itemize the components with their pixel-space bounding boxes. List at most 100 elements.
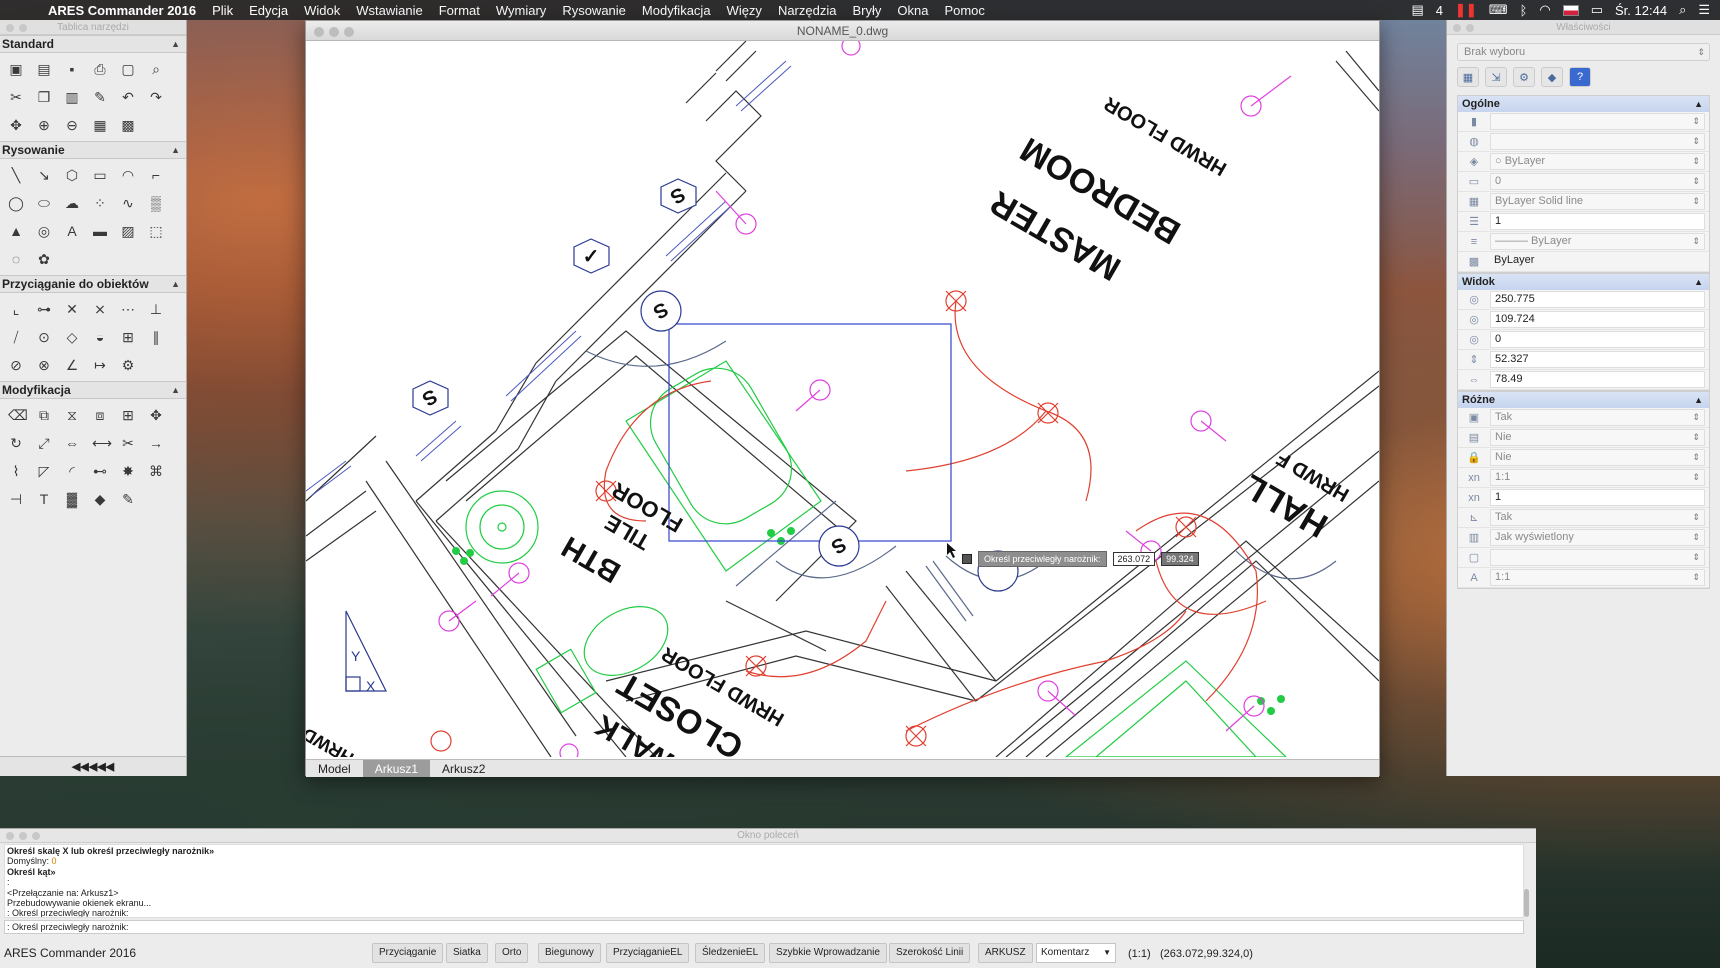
join-icon[interactable]: ⊷ xyxy=(86,457,114,485)
zoom-icon[interactable] xyxy=(32,832,40,840)
snap-angle-icon[interactable]: ∠ xyxy=(58,351,86,379)
print-icon[interactable]: ⎙ xyxy=(86,55,114,83)
redo-icon[interactable]: ↷ xyxy=(142,83,170,111)
menu-plik[interactable]: Plik xyxy=(212,3,233,18)
snap-none-icon[interactable]: ⊘ xyxy=(2,351,30,379)
property-value-field[interactable]: ByLayer Solid line ⇕ xyxy=(1490,193,1705,210)
menu-wiezy[interactable]: Więzy xyxy=(727,3,762,18)
text-icon[interactable]: A xyxy=(58,217,86,245)
region-icon[interactable]: ◎ xyxy=(30,217,58,245)
section-header[interactable]: Przyciąganie do obiektów ▲ xyxy=(0,275,186,293)
property-value-field[interactable]: 250.775 xyxy=(1490,291,1705,308)
properties-icon[interactable]: ▦ xyxy=(86,111,114,139)
revcloud-icon[interactable]: ✿ xyxy=(30,245,58,273)
snap-extension-icon[interactable]: ⋯ xyxy=(114,295,142,323)
esnap-toggle-button[interactable]: PrzyciąganieEL xyxy=(606,943,690,963)
close-icon[interactable] xyxy=(6,24,14,32)
new-icon[interactable]: ▣ xyxy=(2,55,30,83)
zoom-realtime-icon[interactable]: ⊖ xyxy=(58,111,86,139)
snap-parallel-icon[interactable]: ∥ xyxy=(142,323,170,351)
minimize-icon[interactable] xyxy=(19,832,27,840)
app-menu[interactable]: ARES Commander 2016 xyxy=(48,3,196,18)
spline-icon[interactable]: ∿ xyxy=(114,189,142,217)
minimize-icon[interactable] xyxy=(329,27,339,37)
property-value-field[interactable]: 78.49 xyxy=(1490,371,1705,388)
tab-model[interactable]: Model xyxy=(306,760,363,778)
command-input[interactable]: : Określ przeciwległy narożnik: xyxy=(4,920,1524,934)
menu-widok[interactable]: Widok xyxy=(304,3,340,18)
menu-bryly[interactable]: Bryły xyxy=(852,3,881,18)
grid-toggle-button[interactable]: Siatka xyxy=(446,943,488,963)
donut-icon[interactable]: ◌ xyxy=(2,245,30,273)
break-icon[interactable]: ⌇ xyxy=(2,457,30,485)
snap-node-icon[interactable]: ⊗ xyxy=(30,351,58,379)
mtext-icon[interactable]: ▬ xyxy=(86,217,114,245)
snap-center-icon[interactable]: ⊙ xyxy=(30,323,58,351)
wifi-icon[interactable]: ◠ xyxy=(1539,2,1550,18)
property-value-field[interactable]: 1 xyxy=(1490,489,1705,506)
palette-collapse-button[interactable]: ◀◀◀◀◀ xyxy=(0,756,186,776)
collapse-triangle-icon[interactable]: ▲ xyxy=(171,36,180,53)
pan-icon[interactable]: ✥ xyxy=(2,111,30,139)
menu-edycja[interactable]: Edycja xyxy=(249,3,288,18)
quick-input-toggle-button[interactable]: Szybkie Wprowadzanie xyxy=(769,943,887,963)
rectangle-icon[interactable]: ▭ xyxy=(86,161,114,189)
zoom-icon[interactable] xyxy=(344,27,354,37)
snap-from-icon[interactable]: ↦ xyxy=(86,351,114,379)
collapse-triangle-icon[interactable]: ▲ xyxy=(171,382,180,399)
polyline-icon[interactable]: ⌐ xyxy=(142,161,170,189)
filter-icon[interactable]: ◆ xyxy=(1541,67,1563,87)
property-value-field[interactable]: 0 ⇕ xyxy=(1490,173,1705,190)
property-value-field[interactable]: Nie ⇕ xyxy=(1490,449,1705,466)
etrack-toggle-button[interactable]: ŚledzenieEL xyxy=(695,943,766,963)
erase-icon[interactable]: ⌫ xyxy=(2,401,30,429)
snap-toggle-button[interactable]: Przyciąganie xyxy=(372,943,444,963)
edit-polyline-icon[interactable]: ⌘ xyxy=(142,457,170,485)
snap-tangent-icon[interactable]: ◒ xyxy=(86,323,114,351)
block-icon[interactable]: ▲ xyxy=(2,217,30,245)
snap-intersection-icon[interactable]: ✕ xyxy=(58,295,86,323)
snap-nearest-icon[interactable]: ⧸ xyxy=(2,323,30,351)
points-icon[interactable]: ⁘ xyxy=(86,189,114,217)
minimize-icon[interactable] xyxy=(19,24,27,32)
stretch-icon[interactable]: ⇔ xyxy=(58,429,86,457)
property-value-field[interactable]: 109.724 xyxy=(1490,311,1705,328)
property-value-field[interactable]: Tak ⇕ xyxy=(1490,509,1705,526)
tab-arkusz1[interactable]: Arkusz1 xyxy=(362,759,431,777)
property-value-field[interactable]: Jak wyświetlony ⇕ xyxy=(1490,529,1705,546)
lengthen-icon[interactable]: ⟷ xyxy=(86,429,114,457)
preview-icon[interactable]: ▢ xyxy=(114,55,142,83)
property-value-field[interactable]: 0 xyxy=(1490,331,1705,348)
property-value-field[interactable]: 52.327 xyxy=(1490,351,1705,368)
ray-icon[interactable]: ↘ xyxy=(30,161,58,189)
hatch-icon[interactable]: ▒ xyxy=(142,189,170,217)
trim-icon[interactable]: ✂ xyxy=(114,429,142,457)
search-icon[interactable]: ⌕ xyxy=(1679,2,1686,18)
menu-okna[interactable]: Okna xyxy=(897,3,928,18)
lineweight-toggle-button[interactable]: Szerokość Linii xyxy=(889,943,971,963)
properties-titlebar[interactable]: Właściwości xyxy=(1447,20,1720,35)
property-value-field[interactable]: ByLayer xyxy=(1490,253,1705,270)
property-value-field[interactable]: ⇕ xyxy=(1490,113,1705,130)
property-group-header[interactable]: Różne ▲ xyxy=(1458,392,1709,408)
battery-icon[interactable]: ▭ xyxy=(1591,2,1603,18)
property-value-field[interactable]: Nie ⇕ xyxy=(1490,429,1705,446)
clock[interactable]: Śr. 12:44 xyxy=(1615,3,1667,18)
snap-endpoint-icon[interactable]: ⌞ xyxy=(2,295,30,323)
close-icon[interactable] xyxy=(314,27,324,37)
property-value-field[interactable]: 1 xyxy=(1490,213,1705,230)
collapse-triangle-icon[interactable]: ▲ xyxy=(1694,96,1703,112)
ellipse-icon[interactable]: ⬭ xyxy=(30,189,58,217)
snap-midpoint-icon[interactable]: ⊶ xyxy=(30,295,58,323)
tooltip-x-input[interactable]: 263.072 xyxy=(1112,552,1156,566)
sheet-toggle-button[interactable]: ARKUSZ xyxy=(978,943,1033,963)
calc-icon[interactable]: ▩ xyxy=(114,111,142,139)
menu-modyfikacja[interactable]: Modyfikacja xyxy=(642,3,711,18)
open-icon[interactable]: ▤ xyxy=(30,55,58,83)
chamfer-icon[interactable]: ◸ xyxy=(30,457,58,485)
line-icon[interactable]: ╲ xyxy=(2,161,30,189)
snap-insert-icon[interactable]: ⊞ xyxy=(114,323,142,351)
save-icon[interactable]: ▪ xyxy=(58,55,86,83)
input-language-icon[interactable] xyxy=(1562,4,1579,16)
command-scrollbar[interactable] xyxy=(1524,889,1529,917)
